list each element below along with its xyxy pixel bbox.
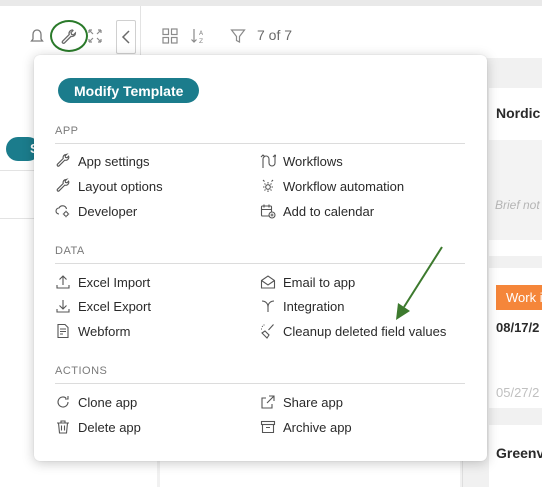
section-rule-actions <box>55 383 465 384</box>
menu-item-label: Workflows <box>283 153 343 169</box>
broom-icon <box>259 323 276 340</box>
modify-template-button[interactable]: Modify Template <box>58 78 200 103</box>
menu-item-workflows[interactable]: Workflows <box>259 151 343 171</box>
card-date: 08/17/2 <box>496 320 540 335</box>
download-icon <box>54 298 71 315</box>
left-rule-1 <box>0 170 34 171</box>
expand-icon[interactable] <box>86 27 104 45</box>
share-icon <box>259 394 276 411</box>
collapse-button[interactable] <box>116 20 136 54</box>
menu-item-integration[interactable]: Integration <box>259 296 344 316</box>
menu-item-excel-export[interactable]: Excel Export <box>54 296 151 316</box>
menu-item-share-app[interactable]: Share app <box>259 392 343 412</box>
menu-item-label: Excel Import <box>78 274 151 290</box>
menu-item-developer[interactable]: Developer <box>54 201 137 221</box>
menu-item-workflow-automation[interactable]: Workflow automation <box>259 176 404 196</box>
upload-icon <box>54 274 71 291</box>
menu-item-label: Clone app <box>78 394 138 410</box>
webform-icon <box>54 323 71 340</box>
menu-item-label: App settings <box>78 153 150 169</box>
menu-item-label: Excel Export <box>78 298 151 314</box>
svg-text:Z: Z <box>199 38 203 45</box>
integration-icon <box>259 298 276 315</box>
menu-item-label: Cleanup deleted field values <box>283 323 447 339</box>
annotation-arrow <box>396 246 443 320</box>
menu-item-label: Developer <box>78 203 138 219</box>
menu-item-archive-app[interactable]: Archive app <box>259 417 352 437</box>
envelope-icon <box>259 274 276 291</box>
menu-item-label: Share app <box>283 394 343 410</box>
wrench-icon <box>54 153 71 170</box>
annotation-circle <box>50 20 88 52</box>
record-count: 7 of 7 <box>257 27 293 43</box>
menu-item-webform[interactable]: Webform <box>54 321 131 341</box>
card-placeholder: Brief not <box>495 198 540 212</box>
menu-item-app-settings[interactable]: App settings <box>54 151 150 171</box>
wrench-icon <box>54 178 71 195</box>
sort-icon[interactable]: AZ <box>189 26 207 46</box>
status-chip: Work i <box>496 285 542 310</box>
grid-view-icon[interactable] <box>161 27 179 45</box>
menu-item-label: Integration <box>283 298 345 314</box>
clone-icon <box>54 394 71 411</box>
toolbar-divider <box>140 6 141 58</box>
trash-icon <box>54 419 71 436</box>
menu-item-delete-app[interactable]: Delete app <box>54 417 141 437</box>
card-title-greenv: Greenv <box>496 445 542 461</box>
menu-item-email-to-app[interactable]: Email to app <box>259 272 355 292</box>
archive-icon <box>259 419 276 436</box>
section-rule-app <box>55 143 465 144</box>
svg-text:A: A <box>199 30 204 37</box>
menu-item-layout-options[interactable]: Layout options <box>54 176 163 196</box>
menu-item-label: Add to calendar <box>283 203 375 219</box>
menu-item-excel-import[interactable]: Excel Import <box>54 272 150 292</box>
workflow-icon <box>259 153 276 170</box>
filter-icon[interactable] <box>229 27 247 45</box>
menu-item-label: Delete app <box>78 419 141 435</box>
bell-icon[interactable] <box>30 28 44 46</box>
calendar-add-icon <box>259 203 276 220</box>
developer-icon <box>54 203 71 220</box>
gear-automation-icon <box>259 178 276 195</box>
menu-item-label: Layout options <box>78 178 163 194</box>
section-heading-app: APP <box>55 125 79 137</box>
section-heading-actions: ACTIONS <box>55 365 108 377</box>
menu-item-label: Workflow automation <box>283 178 405 194</box>
menu-item-clone-app[interactable]: Clone app <box>54 392 137 412</box>
left-rule-2 <box>0 218 34 219</box>
card-date-secondary: 05/27/2 <box>496 385 540 400</box>
section-heading-data: DATA <box>55 245 85 257</box>
menu-item-label: Archive app <box>283 419 352 435</box>
menu-item-label: Email to app <box>283 274 356 290</box>
menu-item-add-to-calendar[interactable]: Add to calendar <box>259 201 374 221</box>
card-title-nordic: Nordic <box>496 105 541 121</box>
menu-item-label: Webform <box>78 323 131 339</box>
